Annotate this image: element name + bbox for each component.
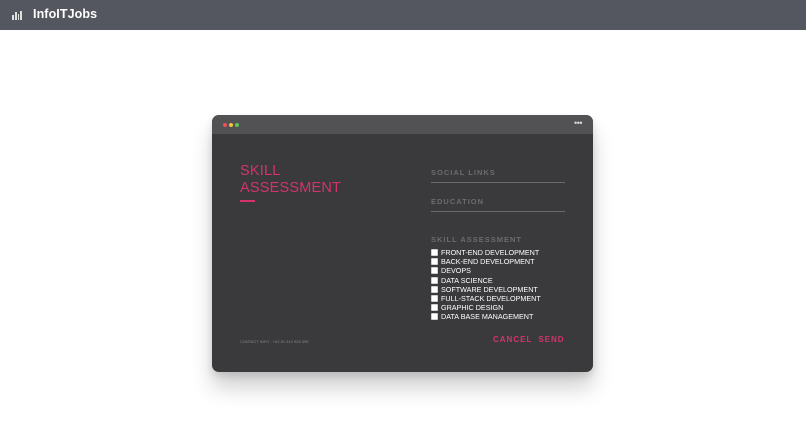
skill-checkbox-database[interactable] <box>431 313 438 321</box>
form-title: Skill Assessment <box>240 163 342 196</box>
skill-label: Full-Stack Development <box>441 294 541 304</box>
skill-item: Software Development <box>431 285 541 294</box>
skill-label: Data Science <box>441 275 493 285</box>
window-titlebar: ••• <box>212 115 593 134</box>
send-button[interactable]: Send <box>538 335 564 344</box>
skill-item: Full-Stack Development <box>431 294 541 303</box>
skill-label: Software Development <box>441 284 538 294</box>
top-navbar: InfoITJobs <box>0 0 806 30</box>
skills-checkbox-list: Front-End Development Back-End Developme… <box>431 248 541 322</box>
cancel-button[interactable]: Cancel <box>493 335 532 344</box>
skills-heading: Skill Assessment <box>431 235 523 244</box>
title-underline <box>240 200 255 202</box>
skill-item: Data Science <box>431 276 541 285</box>
skill-label: Back-End Development <box>441 257 535 267</box>
skill-label: Front-End Development <box>441 248 540 258</box>
skill-checkbox-graphic-design[interactable] <box>431 304 438 312</box>
skill-checkbox-software[interactable] <box>431 285 438 293</box>
skill-checkbox-data-science[interactable] <box>431 276 438 284</box>
skill-item: Graphic Design <box>431 303 541 312</box>
skill-item: Front-End Development <box>431 248 541 257</box>
skill-item: Data Base Management <box>431 312 541 321</box>
skill-item: DevOps <box>431 266 541 275</box>
skill-checkbox-full-stack[interactable] <box>431 295 438 303</box>
skill-label: Data Base Management <box>441 312 534 322</box>
skill-label: Graphic Design <box>441 303 504 313</box>
skill-label: DevOps <box>441 266 471 276</box>
brand-name[interactable]: InfoITJobs <box>33 7 97 21</box>
skill-checkbox-back-end[interactable] <box>431 258 438 266</box>
form-actions: Cancel Send <box>493 335 565 344</box>
skill-checkbox-devops[interactable] <box>431 267 438 275</box>
minimize-window-dot[interactable] <box>229 123 233 127</box>
maximize-window-dot[interactable] <box>235 123 239 127</box>
bar-chart-icon <box>12 10 22 20</box>
skill-assessment-window: ••• Skill Assessment CONTACT INFO : +62 … <box>212 115 593 372</box>
education-field[interactable]: Education <box>431 197 565 212</box>
close-window-dot[interactable] <box>223 123 227 127</box>
social-links-field[interactable]: Social Links <box>431 168 565 183</box>
skill-item: Back-End Development <box>431 257 541 266</box>
more-horizontal-icon[interactable]: ••• <box>574 119 582 128</box>
contact-info: CONTACT INFO : +62 81 314 928 595 <box>240 340 309 344</box>
skill-checkbox-front-end[interactable] <box>431 249 438 257</box>
